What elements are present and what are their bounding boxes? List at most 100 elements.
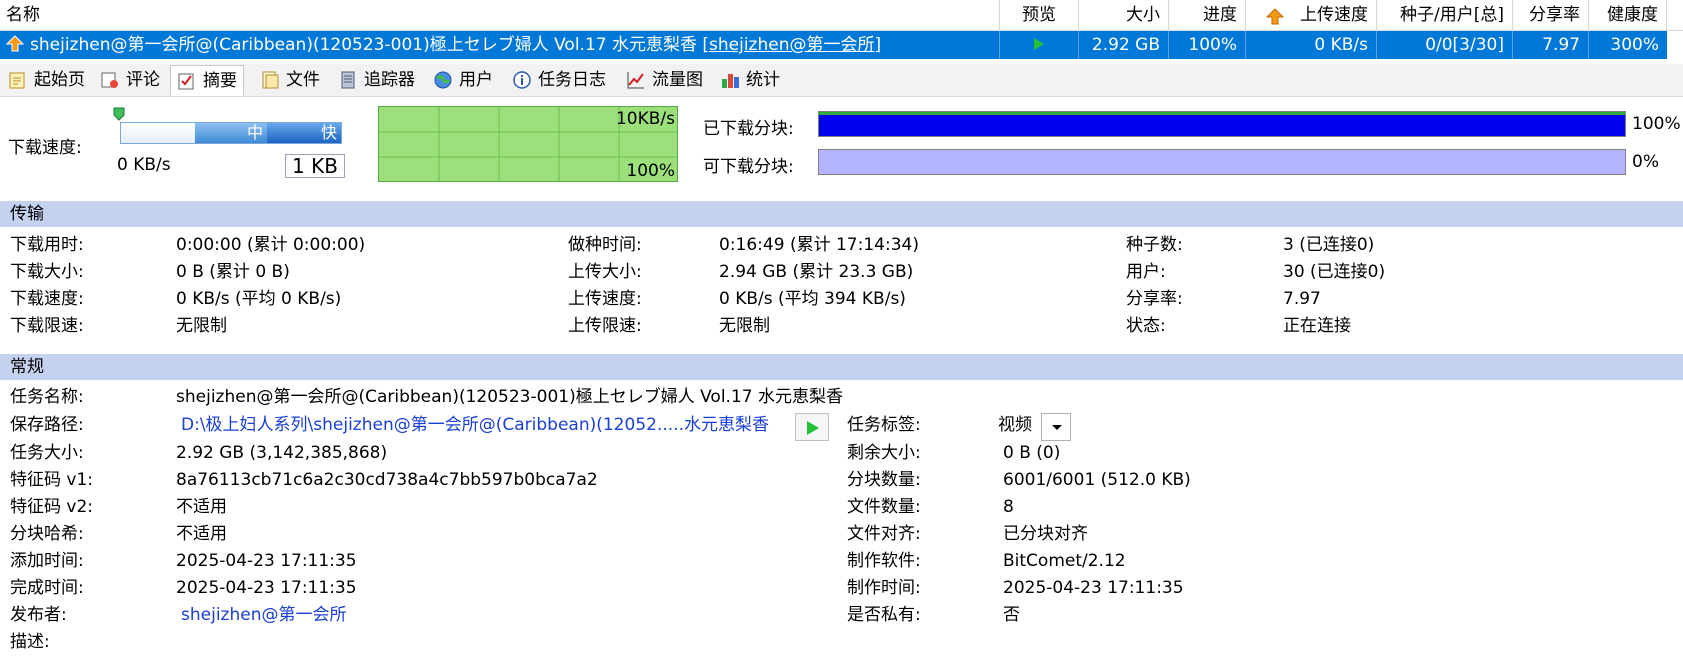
- general-field-value: 2.92 GB (3,142,385,868): [176, 443, 388, 463]
- speed-limit-slider[interactable]: 中 快: [120, 122, 342, 144]
- tab-start-page[interactable]: 起始页: [2, 66, 91, 94]
- column-upload-speed[interactable]: 上传速度: [1246, 0, 1377, 30]
- general-section-header: 常规: [0, 354, 1683, 380]
- available-pieces-label: 可下载分块:: [703, 157, 794, 177]
- speed-limit-value[interactable]: 1 KB: [285, 154, 345, 178]
- tracker-icon: [338, 70, 358, 90]
- torrent-name: shejizhen@第一会所@(Caribbean)(120523-001)極上…: [30, 35, 697, 55]
- general-field-label: 文件对齐:: [847, 524, 921, 544]
- tab-traffic-graph[interactable]: 流量图: [620, 66, 709, 94]
- general-field-label: 剩余大小:: [847, 443, 921, 463]
- general-field-label: 特征码 v1:: [10, 470, 94, 490]
- task-name-label: 任务名称:: [10, 387, 84, 407]
- preview-cell[interactable]: [1000, 31, 1079, 59]
- graph-max-label: 10KB/s: [615, 109, 675, 129]
- transfer-value: 无限制: [176, 316, 227, 336]
- general-field-label: 制作软件:: [847, 551, 921, 571]
- play-icon[interactable]: [1034, 38, 1044, 50]
- general-field-label: 特征码 v2:: [10, 497, 94, 517]
- task-tag-value: 视频: [998, 415, 1032, 435]
- start-page-icon: [8, 70, 28, 90]
- column-seeds-peers[interactable]: 种子/用户[总]: [1377, 0, 1513, 30]
- tab-peers[interactable]: 用户: [427, 66, 499, 94]
- transfer-label: 上传大小:: [568, 262, 642, 282]
- tab-files[interactable]: 文件: [254, 66, 326, 94]
- detail-tabs: 起始页 评论 摘要 文件 追踪器 用户 任务日志 流量图 统计: [0, 64, 1683, 97]
- general-field-label: 任务大小:: [10, 443, 84, 463]
- transfer-label: 下载限速:: [10, 316, 84, 336]
- slider-fast-label: 快: [321, 123, 338, 142]
- tab-traffic-graph-label: 流量图: [652, 70, 703, 90]
- general-field-label: 发布者:: [10, 605, 67, 625]
- tab-task-log[interactable]: 任务日志: [506, 66, 612, 94]
- chevron-down-icon: [1052, 425, 1062, 430]
- transfer-label: 下载用时:: [10, 235, 84, 255]
- general-field-value: 8a76113cb71c6a2c30cd738a4c7bb597b0bca7a2: [176, 470, 598, 490]
- downloaded-pieces-label: 已下载分块:: [703, 119, 794, 139]
- general-field-label: 添加时间:: [10, 551, 84, 571]
- tab-trackers[interactable]: 追踪器: [332, 66, 421, 94]
- column-header-row: 名称 预览 大小 进度 上传速度 种子/用户[总] 分享率 健康度: [0, 0, 1683, 31]
- torrent-publisher-link[interactable]: [shejizhen@第一会所]: [702, 35, 881, 55]
- column-size[interactable]: 大小: [1079, 0, 1169, 30]
- transfer-value: 30 (已连接0): [1283, 262, 1386, 282]
- info-icon: [512, 70, 532, 90]
- save-path-label: 保存路径:: [10, 415, 84, 435]
- transfer-value: 无限制: [719, 316, 770, 336]
- open-folder-play-button[interactable]: [795, 413, 829, 441]
- general-field-value: 0 B (0): [1003, 443, 1061, 463]
- column-name[interactable]: 名称: [0, 0, 1000, 30]
- transfer-label: 下载大小:: [10, 262, 84, 282]
- download-speed-label: 下载速度:: [8, 138, 82, 158]
- transfer-label: 状态:: [1126, 316, 1166, 336]
- available-pieces-bar: [818, 149, 1626, 175]
- general-field-label: 分块哈希:: [10, 524, 84, 544]
- share-ratio-cell: 7.97: [1513, 31, 1589, 59]
- transfer-label: 下载速度:: [10, 289, 84, 309]
- general-field-label: 制作时间:: [847, 578, 921, 598]
- files-icon: [260, 70, 280, 90]
- peers-globe-icon: [433, 70, 453, 90]
- graph-percent-label: 100%: [626, 161, 675, 181]
- general-field-value: 2025-04-23 17:11:35: [176, 578, 357, 598]
- tab-files-label: 文件: [286, 70, 320, 90]
- tab-statistics-label: 统计: [746, 70, 780, 90]
- task-tag-dropdown-button[interactable]: [1041, 413, 1071, 441]
- tab-comments[interactable]: 评论: [94, 66, 166, 94]
- publisher-link[interactable]: shejizhen@第一会所: [181, 602, 346, 629]
- transfer-label: 上传限速:: [568, 316, 642, 336]
- transfer-label: 分享率:: [1126, 289, 1183, 309]
- health-cell: 300%: [1610, 35, 1659, 55]
- transfer-section-header: 传输: [0, 201, 1683, 227]
- speed-slider-knob-icon[interactable]: [113, 106, 125, 121]
- transfer-value: 0 KB/s (平均 0 KB/s): [176, 289, 342, 309]
- torrent-name-cell: shejizhen@第一会所@(Caribbean)(120523-001)極上…: [0, 31, 1000, 59]
- column-share-ratio[interactable]: 分享率: [1513, 0, 1589, 30]
- transfer-value: 3 (已连接0): [1283, 235, 1375, 255]
- general-field-label: 文件数量:: [847, 497, 921, 517]
- transfer-label: 上传速度:: [568, 289, 642, 309]
- transfer-value: 7.97: [1283, 289, 1321, 309]
- transfer-label: 做种时间:: [568, 235, 642, 255]
- tab-summary[interactable]: 摘要: [170, 65, 244, 96]
- transfer-value: 2.94 GB (累计 23.3 GB): [719, 262, 914, 282]
- torrent-row[interactable]: shejizhen@第一会所@(Caribbean)(120523-001)極上…: [0, 31, 1667, 59]
- transfer-label: 种子数:: [1126, 235, 1183, 255]
- general-field-label: 分块数量:: [847, 470, 921, 490]
- general-field-value: 已分块对齐: [1003, 524, 1088, 544]
- general-field-value: 不适用: [176, 524, 227, 544]
- downloaded-pieces-fill: [819, 112, 1625, 136]
- statistics-icon: [720, 70, 740, 90]
- downloaded-pieces-percent: 100%: [1632, 114, 1681, 134]
- tab-summary-label: 摘要: [203, 70, 237, 91]
- column-health[interactable]: 健康度: [1589, 0, 1667, 30]
- upload-speed-cell: 0 KB/s: [1246, 31, 1377, 59]
- tab-statistics[interactable]: 统计: [714, 66, 786, 94]
- save-path-link[interactable]: D:\极上妇人系列\shejizhen@第一会所@(Caribbean)(120…: [181, 412, 769, 439]
- tab-trackers-label: 追踪器: [364, 70, 415, 90]
- column-preview[interactable]: 预览: [1000, 0, 1079, 30]
- general-field-value: 2025-04-23 17:11:35: [176, 551, 357, 571]
- transfer-value: 0 B (累计 0 B): [176, 262, 290, 282]
- column-progress[interactable]: 进度: [1169, 0, 1246, 30]
- general-field-value: BitComet/2.12: [1003, 551, 1126, 571]
